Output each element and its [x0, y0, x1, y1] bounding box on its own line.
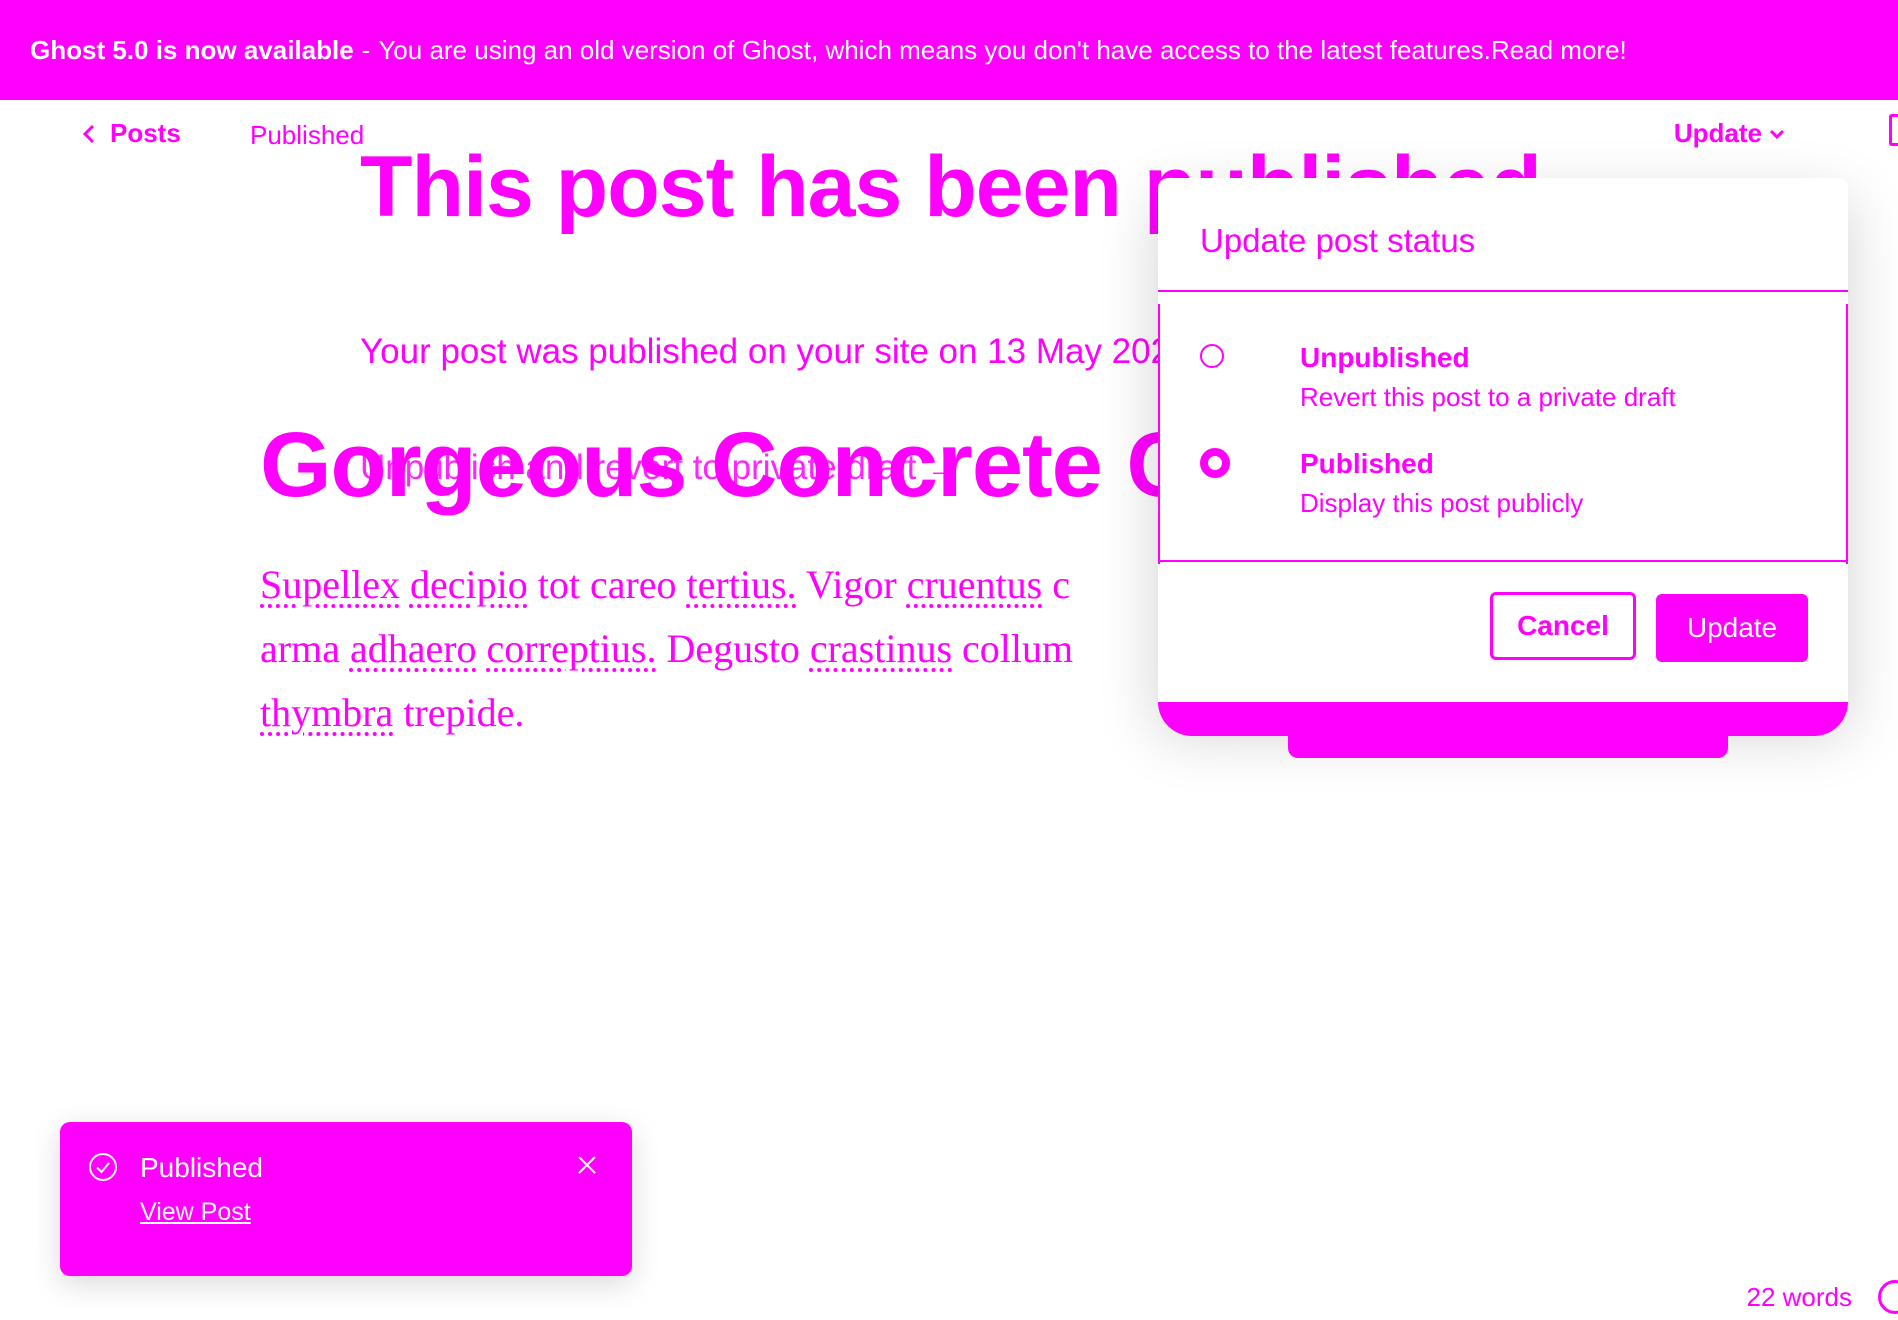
post-body-word: tot [537, 562, 580, 607]
help-icon[interactable] [1878, 1280, 1898, 1314]
radio-unchecked-icon [1200, 344, 1224, 368]
banner-separator: - [361, 34, 371, 65]
popover-divider-bottom [1158, 560, 1848, 562]
post-body-word: crastinus [809, 626, 953, 671]
post-body-word: Degusto [666, 626, 800, 671]
post-body-word: Vigor [805, 562, 897, 607]
radio-checked-icon [1200, 448, 1230, 478]
post-body-word: thymbra [260, 690, 394, 735]
post-status-label: Published [250, 120, 365, 150]
update-dropdown-button[interactable]: Update [1674, 118, 1786, 149]
post-body-word: collum [962, 626, 1074, 671]
post-body-word: Supellex [260, 562, 400, 607]
back-to-posts-link[interactable]: Posts [82, 118, 181, 149]
banner-version-title: Ghost 5.0 is now available [30, 34, 354, 65]
post-body-word: correptius. [486, 626, 657, 671]
close-icon[interactable] [576, 1154, 598, 1176]
check-circle-icon [89, 1153, 117, 1181]
post-title[interactable]: Gorgeous Concrete C [260, 414, 1193, 516]
update-button[interactable]: Update [1656, 594, 1808, 662]
post-body[interactable]: Supellex decipio tot careo tertius. Vigo… [260, 553, 1160, 745]
post-body-word: cruentus [906, 562, 1043, 607]
cancel-button[interactable]: Cancel [1490, 592, 1636, 660]
post-body-word: careo [589, 562, 677, 607]
view-post-link[interactable]: View Post [140, 1198, 251, 1227]
post-body-word: decipio [409, 562, 528, 607]
post-body-word: trepide. [403, 690, 525, 735]
update-status-popover: Update post status Unpublished Revert th… [1158, 178, 1848, 758]
banner-read-more-link[interactable]: Read more! [1491, 35, 1627, 66]
settings-panel-toggle-icon[interactable] [1889, 114, 1898, 146]
option-label: Published [1300, 448, 1434, 479]
back-label: Posts [110, 118, 181, 148]
popover-footer-tab [1288, 718, 1728, 758]
update-dropdown-label: Update [1673, 118, 1762, 148]
upgrade-banner: Ghost 5.0 is now available - You are usi… [0, 0, 1898, 100]
post-body-word: adhaero [349, 626, 477, 671]
option-description: Display this post publicly [1300, 488, 1584, 518]
banner-message: You are using an old version of Ghost, w… [378, 34, 1491, 65]
chevron-down-icon [1769, 129, 1785, 139]
option-label: Unpublished [1300, 342, 1470, 373]
option-description: Revert this post to a private draft [1300, 382, 1676, 412]
chevron-left-icon [82, 124, 95, 143]
popover-divider-top [1158, 290, 1848, 292]
toast-title: Published [140, 1152, 263, 1183]
popover-options-frame [1158, 304, 1848, 564]
word-count: 22 words [1746, 1282, 1853, 1312]
popover-title: Update post status [1200, 222, 1476, 259]
post-body-word: c [1052, 562, 1071, 607]
post-body-word: tertius. [686, 562, 797, 607]
post-body-word: arma [260, 626, 340, 671]
published-toast: Published View Post [60, 1122, 632, 1276]
